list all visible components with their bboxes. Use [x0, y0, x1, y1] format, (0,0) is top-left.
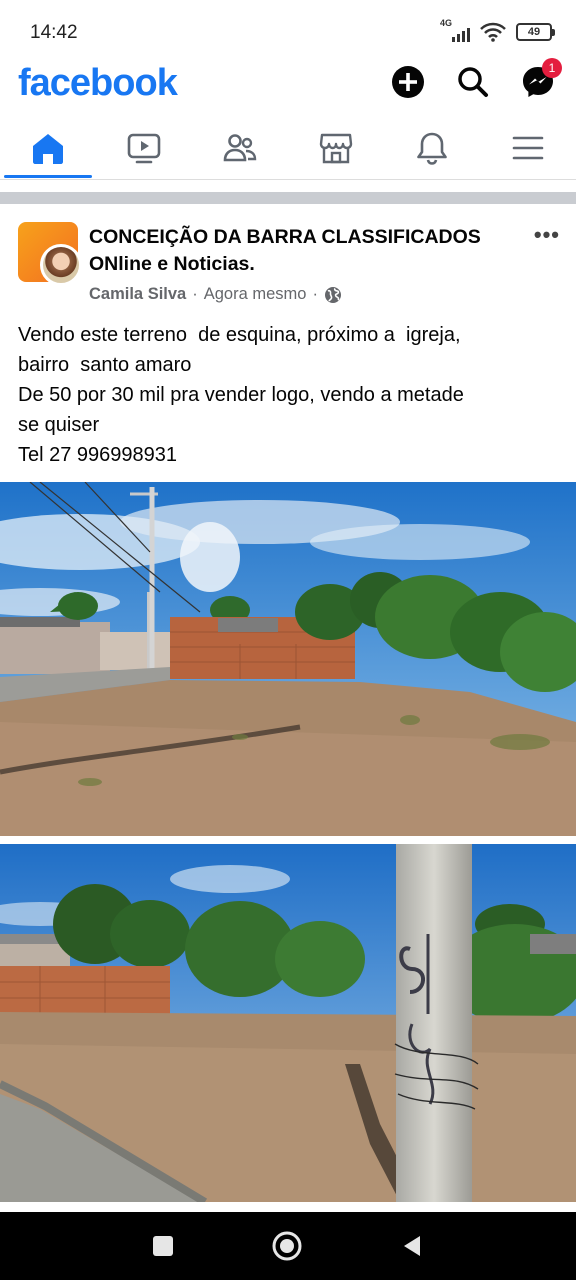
- status-icons: 4G 49: [440, 18, 555, 44]
- post-text-line: Tel 27 996998931: [18, 444, 178, 466]
- marketplace-icon: [319, 133, 353, 164]
- battery-icon: 49: [516, 23, 555, 41]
- author-name[interactable]: Camila Silva: [89, 285, 186, 304]
- tab-friends[interactable]: [192, 118, 288, 178]
- recent-apps-button[interactable]: [147, 1230, 179, 1262]
- post-text-line: Vendo este terreno de esquina, próximo a…: [18, 324, 461, 346]
- status-time: 14:42: [30, 22, 78, 43]
- messenger-button[interactable]: 1: [520, 58, 562, 100]
- globe-icon: [324, 286, 341, 303]
- circle-icon: [272, 1231, 302, 1261]
- facebook-logo: facebook: [18, 62, 178, 104]
- author-avatar[interactable]: [40, 244, 82, 286]
- back-button[interactable]: [396, 1230, 428, 1262]
- home-icon: [33, 134, 63, 164]
- cellular-signal-icon: 4G: [440, 18, 470, 42]
- photo-corner-lot: [0, 482, 576, 836]
- photo-lot-with-pole: [0, 844, 576, 1202]
- post-more-button[interactable]: •••: [534, 222, 560, 248]
- back-triangle-icon: [404, 1236, 420, 1256]
- status-bar: 14:42 4G 49: [0, 0, 576, 62]
- tab-marketplace[interactable]: [288, 118, 384, 178]
- video-icon: [127, 133, 161, 164]
- post-photo-1[interactable]: [0, 482, 576, 836]
- menu-icon: [512, 136, 544, 160]
- tab-video[interactable]: [96, 118, 192, 178]
- messenger-badge: 1: [542, 58, 562, 78]
- post-text-line: se quiser: [18, 414, 100, 436]
- search-button[interactable]: [455, 64, 491, 100]
- post-photo-2[interactable]: [0, 844, 576, 1202]
- feed-divider: [0, 192, 576, 204]
- post-meta: Camila Silva · Agora mesmo ·: [89, 285, 342, 304]
- meta-separator: ·: [312, 285, 318, 303]
- wifi-icon: [480, 22, 506, 42]
- plus-icon: [392, 66, 424, 98]
- page-avatar[interactable]: [18, 222, 82, 286]
- tab-notifications[interactable]: [384, 118, 480, 178]
- main-nav: [0, 118, 576, 180]
- home-system-button[interactable]: [271, 1230, 303, 1262]
- page-name[interactable]: CONCEIÇÃO DA BARRA CLASSIFICADOS ONline …: [89, 224, 509, 278]
- tab-home[interactable]: [0, 118, 96, 178]
- friends-icon: [223, 134, 257, 162]
- post-text-line: bairro santo amaro: [18, 354, 192, 376]
- meta-separator: ·: [192, 285, 198, 303]
- search-icon: [458, 67, 488, 97]
- network-type: 4G: [440, 18, 453, 28]
- app-header: facebook 1: [0, 58, 576, 108]
- bell-icon: [417, 132, 447, 165]
- post-text-line: De 50 por 30 mil pra vender logo, vendo …: [18, 384, 464, 406]
- create-button[interactable]: [390, 64, 426, 100]
- post-text: Vendo este terreno de esquina, próximo a…: [18, 320, 558, 470]
- post-time[interactable]: Agora mesmo: [204, 285, 307, 304]
- android-nav-bar: [0, 1212, 576, 1280]
- square-icon: [153, 1236, 173, 1256]
- tab-menu[interactable]: [480, 118, 576, 178]
